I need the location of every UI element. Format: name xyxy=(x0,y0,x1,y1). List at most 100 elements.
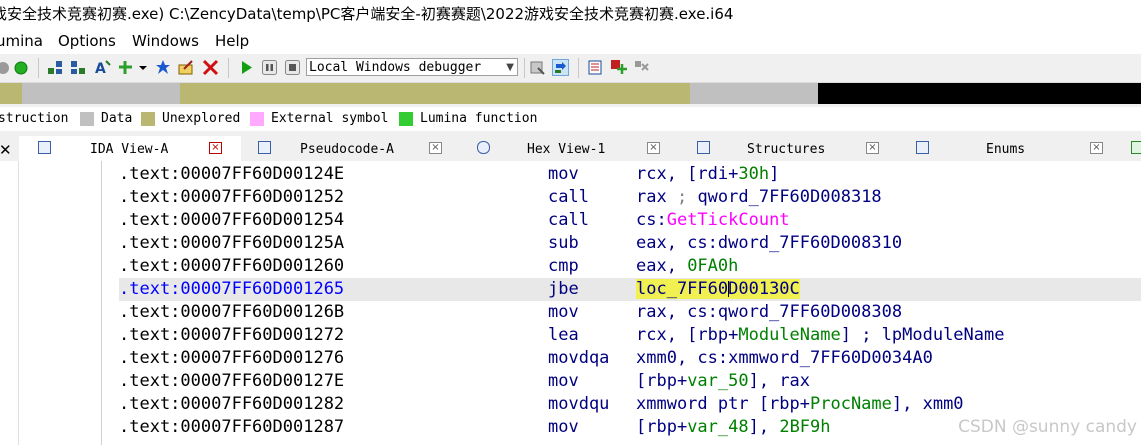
tab-bar: ✕ IDA View-A × Pseudocode-A × Hex View-1… xyxy=(0,136,1141,161)
code-mnemonic: jbe xyxy=(548,279,579,299)
code-line[interactable]: .text:00007FF60D001282 movdqu xmmword pt… xyxy=(119,393,1141,416)
code-mnemonic: mov xyxy=(548,164,579,184)
tab-label: Hex View-1 xyxy=(527,142,606,157)
nav-segment-unexplored xyxy=(0,83,22,104)
code-line[interactable]: .text:00007FF60D001272 lea rcx, [rbp+Mod… xyxy=(119,324,1141,347)
graph-icon[interactable] xyxy=(70,59,87,76)
tab-pseudocode-a[interactable]: Pseudocode-A × xyxy=(242,136,460,161)
tab-label: IDA View-A xyxy=(90,142,169,157)
code-line[interactable]: .text:00007FF60D001254 call cs:GetTickCo… xyxy=(119,209,1141,232)
operand-text: ], xmm0 xyxy=(891,394,964,414)
code-address: .text:00007FF60D00127E xyxy=(119,371,345,391)
code-operands: rax ; qword_7FF60D008318 xyxy=(636,186,882,209)
tab-close-icon[interactable]: × xyxy=(647,142,660,154)
code-mnemonic: sub xyxy=(548,233,579,253)
tab-icon xyxy=(1131,141,1141,154)
graph-icon[interactable] xyxy=(47,59,64,76)
code-mnemonic: movdqa xyxy=(548,348,610,368)
operand-text: [rbp+ xyxy=(636,371,688,391)
operand-text: rcx, [rdi+ xyxy=(636,164,739,184)
operand-text: rcx, [rbp+ xyxy=(636,325,739,345)
ida-view-a[interactable]: .text:00007FF60D00124E mov rcx, [rdi+30h… xyxy=(19,161,1141,445)
code-mnemonic: mov xyxy=(548,371,579,391)
debug-icon[interactable] xyxy=(529,59,546,76)
legend-external-label: External symbol xyxy=(271,111,389,126)
gray-circle-icon[interactable] xyxy=(0,59,11,76)
play-icon[interactable] xyxy=(238,59,255,76)
legend: struction Data Unexplored External symbo… xyxy=(0,107,1141,131)
enums-icon xyxy=(916,141,929,154)
code-line[interactable]: .text:00007FF60D00127E mov [rbp+var_50],… xyxy=(119,370,1141,393)
tab-close-icon[interactable]: × xyxy=(866,142,879,154)
highlighted-label[interactable]: loc_7FF60D00130C xyxy=(636,279,800,299)
operand-text: loc_7FF60 xyxy=(636,279,729,299)
debugger-select[interactable]: Local Windows debugger ▼ xyxy=(306,58,518,76)
code-mnemonic: call xyxy=(548,210,589,230)
operand-variable: ModuleName xyxy=(738,325,841,345)
toolbar-separator xyxy=(228,58,229,78)
cross-icon[interactable] xyxy=(633,59,650,76)
code-address: .text:00007FF60D001276 xyxy=(119,348,345,368)
grid-icon[interactable] xyxy=(587,59,604,76)
code-operands: xmm0, cs:xmmword_7FF60D0034A0 xyxy=(636,348,933,368)
star-icon[interactable] xyxy=(155,59,172,76)
tab-ida-view-a[interactable]: IDA View-A × xyxy=(19,136,241,161)
menu-lumina[interactable]: umina xyxy=(0,28,43,54)
add-breakpoint-icon[interactable] xyxy=(610,59,627,76)
tab-hex-view-1[interactable]: Hex View-1 × xyxy=(461,136,679,161)
pseudocode-icon xyxy=(258,141,271,154)
operand-comment-separator: ; xyxy=(666,187,698,207)
toolbar: A xyxy=(0,54,1141,83)
nav-segment-data xyxy=(690,83,818,104)
code-line[interactable]: .text:00007FF60D001276 movdqa xmm0, cs:x… xyxy=(119,347,1141,370)
refresh-icon[interactable] xyxy=(552,59,569,76)
code-line[interactable]: .text:00007FF60D00125A sub eax, cs:dword… xyxy=(119,232,1141,255)
legend-instruction-label: struction xyxy=(0,111,69,126)
chevron-down-icon[interactable]: ▼ xyxy=(506,59,514,77)
stop-icon[interactable] xyxy=(284,59,301,76)
menu-windows[interactable]: Windows xyxy=(132,28,199,54)
tab-close-icon[interactable]: × xyxy=(429,142,442,154)
tab-overflow-icon[interactable] xyxy=(1129,136,1141,161)
gutter-separator xyxy=(101,161,102,445)
code-line[interactable]: .text:00007FF60D00124E mov rcx, [rdi+30h… xyxy=(119,163,1141,186)
green-circle-icon[interactable] xyxy=(12,59,29,76)
tab-close-icon[interactable]: × xyxy=(209,142,222,154)
code-address: .text:00007FF60D001272 xyxy=(119,325,345,345)
pause-icon[interactable] xyxy=(261,59,278,76)
legend-lumina-label: Lumina function xyxy=(420,111,538,126)
code-mnemonic: call xyxy=(548,187,589,207)
legend-external-swatch xyxy=(250,112,264,126)
left-panel-close[interactable]: ✕ xyxy=(0,136,18,161)
code-address: .text:00007FF60D001287 xyxy=(119,417,345,437)
toolbar-separator xyxy=(38,58,39,78)
tab-label: Enums xyxy=(986,142,1026,157)
code-address: .text:00007FF60D001254 xyxy=(119,210,345,230)
code-line-selected[interactable]: .text:00007FF60D001265 jbe loc_7FF60D001… xyxy=(119,278,1141,301)
tab-enums[interactable]: Enums × xyxy=(899,136,1129,161)
close-icon[interactable] xyxy=(202,59,219,76)
add-icon[interactable] xyxy=(117,59,134,76)
close-icon[interactable]: ✕ xyxy=(0,136,12,164)
menu-options[interactable]: Options xyxy=(58,28,116,54)
code-line[interactable]: .text:00007FF60D00126B mov rax, cs:qword… xyxy=(119,301,1141,324)
window-title: 戏安全技术竞赛初赛.exe) C:\ZencyData\temp\PC客户端安全… xyxy=(0,5,734,23)
nav-segment-external xyxy=(818,83,1141,104)
code-line[interactable]: .text:00007FF60D001252 call rax ; qword_… xyxy=(119,186,1141,209)
code-operands: xmmword ptr [rbp+ProcName], xmm0 xyxy=(636,393,964,416)
legend-data-label: Data xyxy=(101,111,133,126)
code-line[interactable]: .text:00007FF60D001260 cmp eax, 0FA0h xyxy=(119,255,1141,278)
edit-icon[interactable] xyxy=(178,59,195,76)
operand-import[interactable]: GetTickCount xyxy=(667,210,790,230)
legend-lumina-swatch xyxy=(399,112,413,126)
menu-help[interactable]: Help xyxy=(215,28,249,54)
tab-close-icon[interactable]: × xyxy=(1090,142,1103,154)
text-icon[interactable]: A xyxy=(94,59,111,76)
operand-text: eax, xyxy=(636,256,688,276)
navigation-band[interactable] xyxy=(0,83,1141,104)
tab-structures[interactable]: Structures × xyxy=(680,136,898,161)
operand-variable: var_48 xyxy=(687,417,749,437)
tab-label: Pseudocode-A xyxy=(300,142,394,157)
code-operands: [rbp+var_48], 2BF9h xyxy=(636,416,831,439)
dropdown-icon[interactable] xyxy=(138,59,148,76)
